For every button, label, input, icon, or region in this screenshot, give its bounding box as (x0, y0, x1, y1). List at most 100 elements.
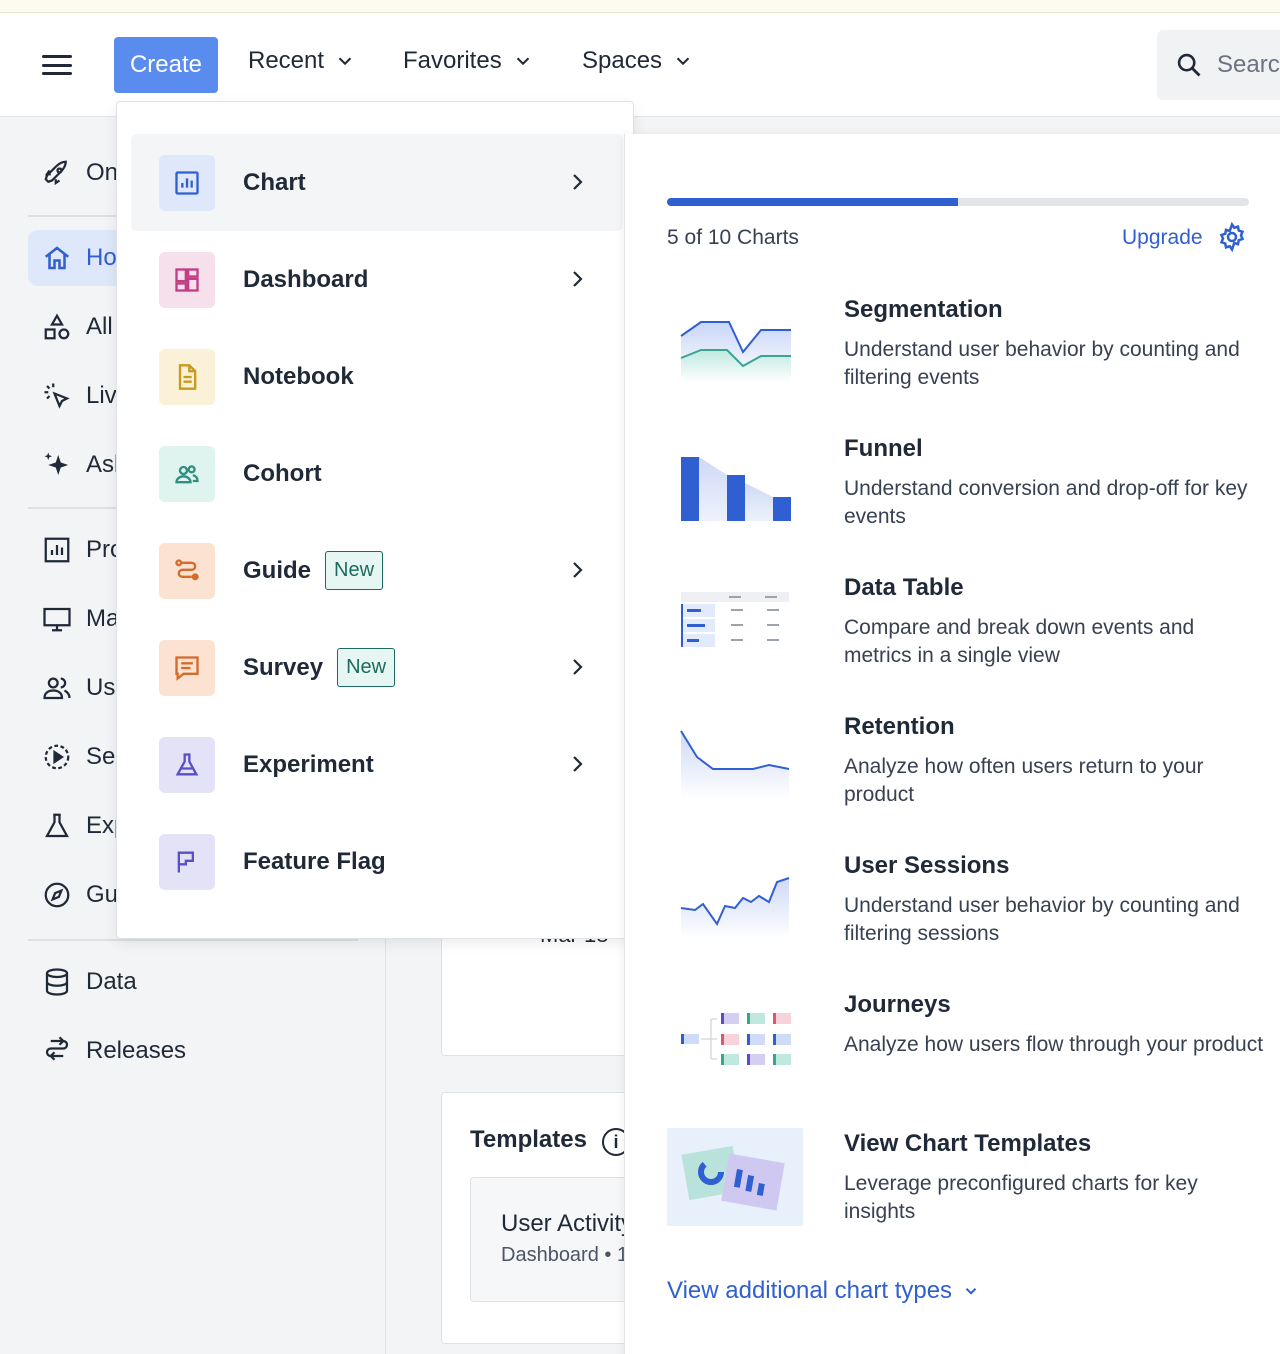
menu-item-label: Notebook (243, 362, 354, 390)
monitor-icon (43, 607, 71, 632)
sidebar-item-label: Liv (86, 382, 117, 409)
chart-type-description: Understand user behavior by counting and… (844, 894, 1240, 945)
chevron-down-icon (676, 57, 690, 66)
menu-item-label: Dashboard (243, 265, 369, 293)
nav-spaces-label: Spaces (582, 47, 663, 74)
chevron-right-icon (573, 174, 583, 190)
create-button[interactable]: Create (114, 37, 218, 93)
nav-favorites-label: Favorites (403, 47, 502, 74)
releases-icon (45, 1036, 69, 1061)
chart-type-retention[interactable]: Retention Analyze how often users return… (667, 713, 1280, 833)
upgrade-link[interactable]: Upgrade (1122, 226, 1203, 250)
chart-icon (159, 154, 215, 211)
sidebar-item-label: Ho (86, 244, 117, 271)
chart-type-description: Understand conversion and drop-off for k… (844, 477, 1248, 528)
menu-item-feature-flag[interactable]: Feature Flag (131, 813, 623, 910)
sidebar-item-label: Us (86, 674, 116, 701)
chart-type-segmentation[interactable]: Segmentation Understand user behavior by… (667, 296, 1280, 416)
chevron-down-icon (516, 57, 529, 66)
chevron-right-icon (573, 659, 583, 675)
data-table-thumbnail (681, 592, 789, 647)
chart-type-description: Understand user behavior by counting and… (844, 338, 1240, 389)
new-badge: New (337, 648, 396, 687)
menu-item-dashboard[interactable]: Dashboard (131, 231, 623, 328)
sidebar-item-label: Data (86, 968, 137, 995)
survey-icon (159, 639, 215, 696)
menu-item-guide[interactable]: Guide New (131, 522, 623, 619)
guide-icon (159, 542, 215, 599)
segmentation-thumbnail (680, 321, 791, 382)
chart-type-title: User Sessions (844, 852, 1010, 879)
chart-type-user-sessions[interactable]: User Sessions Understand user behavior b… (667, 852, 1280, 972)
compass-icon (44, 882, 70, 908)
more-link-label: View additional chart types (667, 1277, 953, 1304)
new-badge: New (325, 551, 384, 590)
chart-type-funnel[interactable]: Funnel Understand conversion and drop-of… (667, 435, 1280, 555)
nav-recent-label: Recent (248, 47, 325, 74)
chevron-right-icon (573, 562, 583, 578)
hamburger-menu-icon[interactable] (40, 51, 74, 79)
chart-icon (44, 537, 70, 563)
sidebar-divider (28, 939, 358, 941)
chart-type-title: Segmentation (844, 296, 1003, 323)
chart-type-description: Analyze how users flow through your prod… (844, 1033, 1264, 1056)
gear-icon[interactable] (1217, 222, 1247, 252)
chart-usage-fill (667, 198, 958, 206)
chart-type-title: Funnel (844, 435, 923, 462)
nav-recent[interactable]: Recent (248, 47, 356, 75)
chevron-down-icon (965, 1288, 977, 1295)
chart-type-title: View Chart Templates (844, 1130, 1092, 1157)
chart-type-title: Data Table (844, 574, 964, 601)
user-sessions-thumbnail (680, 877, 790, 938)
templates-thumbnail (667, 1128, 803, 1226)
flask-icon (45, 813, 69, 838)
chart-type-description: Analyze how often users return to your p… (844, 755, 1204, 806)
retention-thumbnail (680, 730, 790, 799)
sidebar-item-releases[interactable]: Releases (28, 1023, 358, 1079)
chart-type-description: Compare and break down events and metric… (844, 616, 1195, 667)
sidebar-item-data[interactable]: Data (28, 954, 358, 1010)
rocket-icon (44, 160, 67, 186)
sidebar-item-label: All (86, 313, 113, 340)
menu-item-notebook[interactable]: Notebook (131, 328, 623, 425)
menu-item-label: Chart (243, 168, 306, 196)
sidebar-item-label: On (86, 159, 119, 186)
sidebar-item-label: Releases (86, 1037, 187, 1064)
notice-strip (0, 0, 1280, 13)
menu-item-label: Experiment (243, 750, 374, 778)
notebook-icon (159, 348, 215, 405)
cohort-icon (159, 445, 215, 502)
menu-item-experiment[interactable]: Experiment (131, 716, 623, 813)
database-icon (45, 968, 69, 996)
chart-usage-text: 5 of 10 Charts (667, 226, 799, 249)
users-icon (43, 677, 71, 700)
chart-type-journeys[interactable]: Journeys Analyze how users flow through … (667, 991, 1280, 1111)
view-additional-chart-types-link[interactable]: View additional chart types (667, 1277, 980, 1305)
menu-item-cohort[interactable]: Cohort (131, 425, 623, 522)
sidebar-item-label: Ma (86, 605, 120, 632)
menu-item-chart[interactable]: Chart (131, 134, 623, 231)
chevron-down-icon (338, 57, 352, 66)
search-input[interactable]: Search (1157, 30, 1280, 100)
search-icon (1177, 53, 1201, 77)
dashboard-icon (159, 251, 215, 308)
nav-favorites[interactable]: Favorites (403, 47, 534, 75)
play-circle-icon (44, 744, 70, 770)
home-icon (44, 246, 70, 270)
chart-type-description: Leverage preconfigured charts for key in… (844, 1172, 1198, 1223)
create-menu: Chart Dashboard Notebook Cohort Guide Ne… (116, 101, 634, 939)
chevron-right-icon (573, 271, 583, 287)
chart-type-data-table[interactable]: Data Table Compare and break down events… (667, 574, 1280, 694)
menu-item-label: Survey (243, 653, 324, 681)
sidebar-item-label: Gu (86, 881, 119, 908)
shapes-icon (44, 313, 70, 340)
chart-type-view-templates[interactable]: View Chart Templates Leverage preconfigu… (667, 1128, 1280, 1250)
nav-spaces[interactable]: Spaces (582, 47, 694, 75)
chart-type-panel: 5 of 10 Charts Upgrade Segmentation Unde… (624, 134, 1280, 1354)
sparkle-icon (44, 452, 69, 475)
menu-item-survey[interactable]: Survey New (131, 619, 623, 716)
search-placeholder: Search (1217, 51, 1280, 78)
funnel-thumbnail (681, 457, 791, 521)
chart-type-title: Journeys (844, 991, 951, 1018)
menu-item-label: Guide (243, 556, 312, 584)
